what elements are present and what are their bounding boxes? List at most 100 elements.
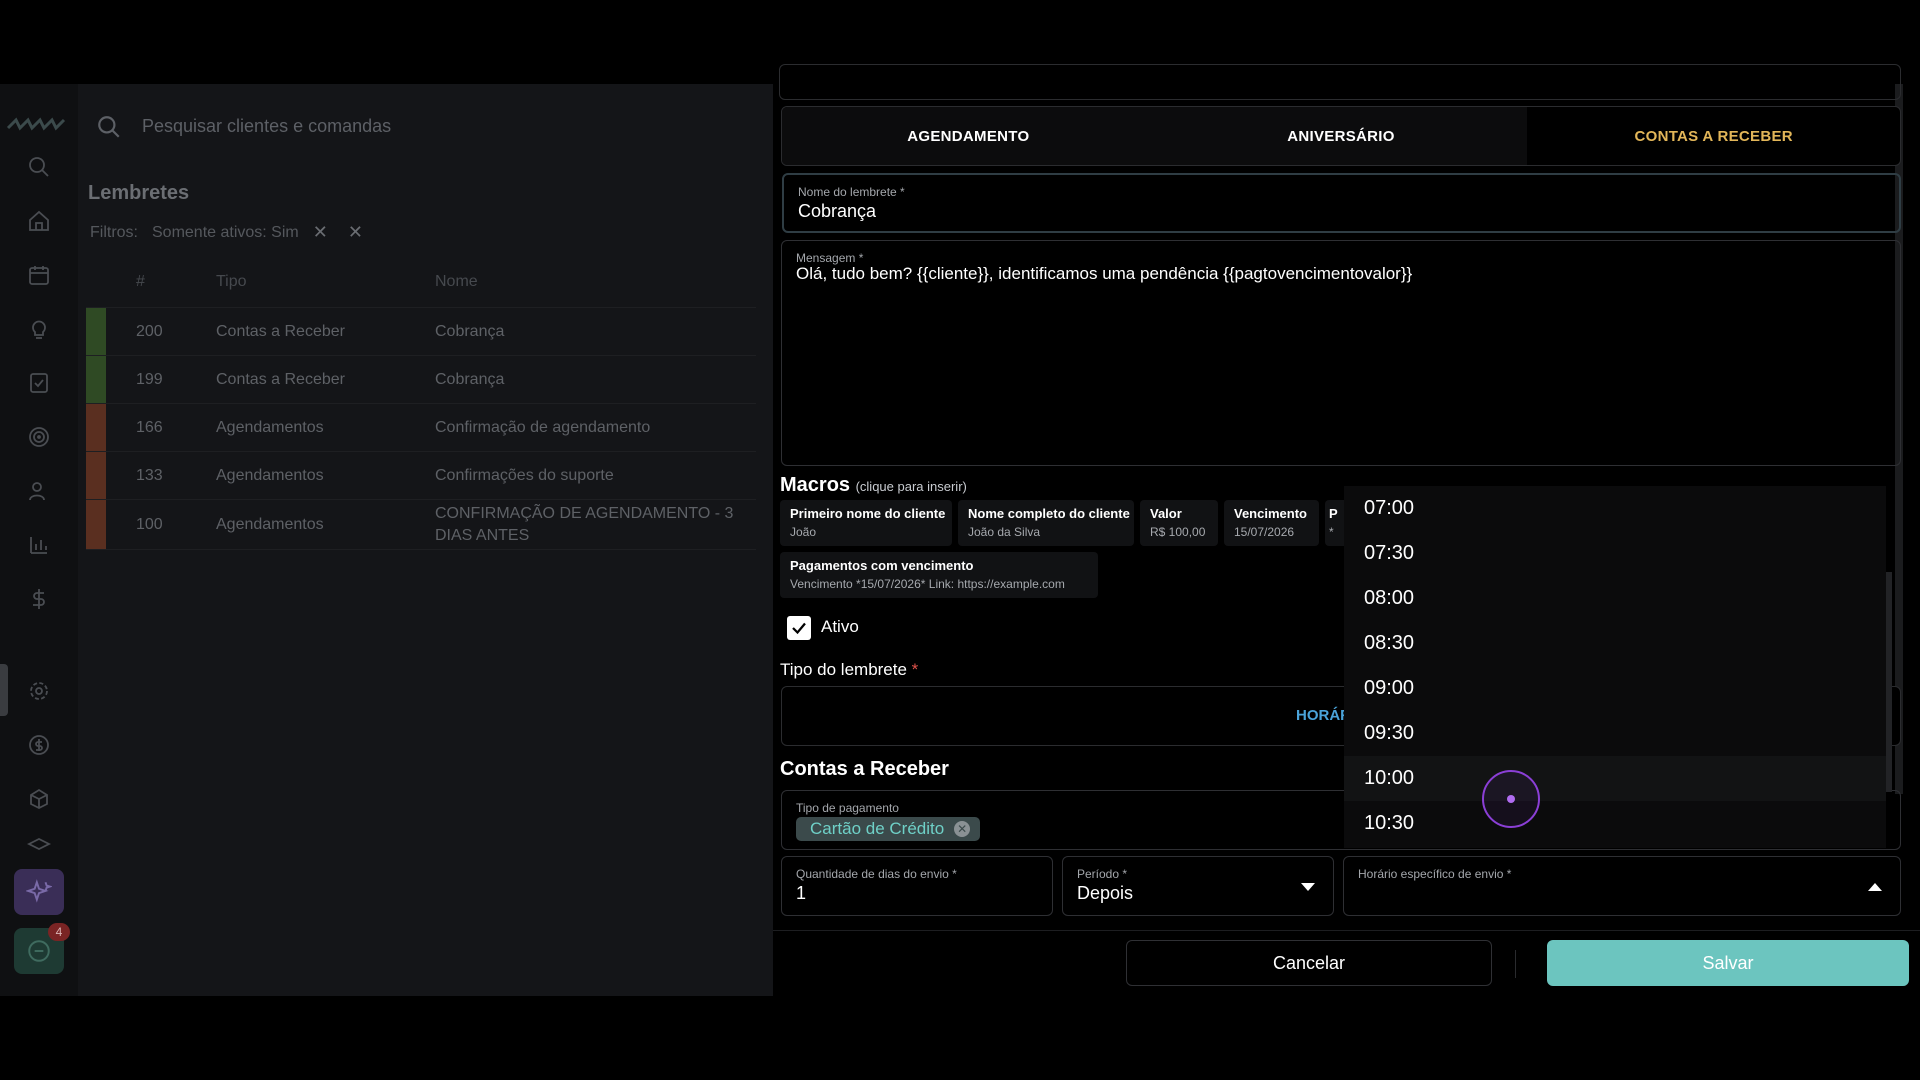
dropdown-scrollbar[interactable] — [1886, 572, 1892, 792]
filters-label: Filtros: — [90, 223, 138, 241]
table-row[interactable]: 199 Contas a Receber Cobrança — [86, 356, 756, 404]
column-header-nome[interactable]: Nome — [435, 271, 755, 293]
dias-envio-value: 1 — [796, 883, 807, 903]
macro-title: Vencimento — [1234, 506, 1307, 521]
macro-sample: * — [1329, 525, 1334, 539]
tab-aniversario[interactable]: ANIVERSÁRIO — [1154, 107, 1528, 165]
horario-envio-select[interactable]: Horário específico de envio * — [1343, 856, 1901, 916]
user-icon[interactable] — [24, 476, 54, 506]
mensagem-value: Olá, tudo bem? {{cliente}}, identificamo… — [796, 264, 1413, 283]
logo-icon — [6, 117, 66, 131]
screen: 4 Pesquisar clientes e comandas Lembrete… — [0, 0, 1920, 1080]
row-nome: Confirmação de agendamento — [435, 418, 651, 436]
reminder-form-panel: AGENDAMENTO ANIVERSÁRIO CONTAS A RECEBER… — [773, 64, 1920, 996]
dropdown-option[interactable]: 09:30 — [1344, 711, 1886, 756]
row-tipo: Contas a Receber — [216, 370, 345, 388]
calendar-icon[interactable] — [24, 260, 54, 290]
lightbulb-icon[interactable] — [24, 314, 54, 344]
chevron-up-icon — [1868, 883, 1882, 891]
tab-horario[interactable]: HORÁR — [1296, 707, 1351, 724]
gear-icon[interactable] — [24, 676, 54, 706]
sparkle-icon — [26, 879, 52, 903]
dropdown-option[interactable]: 07:00 — [1344, 486, 1886, 531]
tipo-lembrete-label: Tipo do lembrete * — [780, 660, 919, 679]
macro-sample: João da Silva — [968, 525, 1041, 539]
row-tipo: Agendamentos — [216, 515, 324, 533]
horario-envio-label: Horário específico de envio * — [1358, 867, 1512, 881]
macro-sample: R$ 100,00 — [1150, 525, 1206, 539]
bar-chart-icon[interactable] — [24, 530, 54, 560]
mensagem-field[interactable]: Mensagem * Olá, tudo bem? {{cliente}}, i… — [781, 240, 1901, 466]
table-row[interactable]: 100 Agendamentos CONFIRMAÇÃO DE AGENDAME… — [86, 500, 756, 550]
row-tipo: Agendamentos — [216, 466, 324, 484]
macro-title: P — [1329, 506, 1338, 521]
remove-filter-icon[interactable]: ✕ — [313, 222, 328, 243]
tipo-pagamento-label: Tipo de pagamento — [796, 801, 899, 815]
sidebar-active-indicator — [0, 664, 8, 716]
periodo-value: Depois — [1077, 883, 1134, 903]
table-row[interactable]: 133 Agendamentos Confirmações do suporte — [86, 452, 756, 500]
macros-title-text: Macros — [780, 474, 851, 496]
dollar-icon[interactable] — [24, 584, 54, 614]
table-row[interactable]: 200 Contas a Receber Cobrança — [86, 308, 756, 356]
tab-contas-a-receber[interactable]: CONTAS A RECEBER — [1527, 107, 1900, 165]
target-icon[interactable] — [24, 422, 54, 452]
cancel-button[interactable]: Cancelar — [1126, 940, 1492, 986]
dias-envio-field[interactable]: Quantidade de dias do envio * 1 — [781, 856, 1053, 916]
macro-sample: Vencimento *15/07/2026* Link: https://ex… — [790, 577, 1065, 591]
chip-label: Cartão de Crédito — [810, 819, 945, 838]
mensagem-label: Mensagem * — [796, 251, 864, 265]
nome-lembrete-label: Nome do lembrete * — [798, 185, 905, 199]
checklist-icon[interactable] — [24, 368, 54, 398]
row-tipo: Contas a Receber — [216, 322, 345, 340]
macro-valor[interactable]: Valor R$ 100,00 — [1140, 500, 1218, 546]
column-header-tipo[interactable]: Tipo — [216, 273, 435, 291]
horario-dropdown: 07:00 07:30 08:00 08:30 09:00 09:30 10:0… — [1344, 486, 1886, 848]
dropdown-option[interactable]: 10:30 — [1344, 801, 1886, 846]
macro-title: Valor — [1150, 506, 1182, 521]
macro-title: Pagamentos com vencimento — [790, 558, 974, 573]
dropdown-option[interactable]: 08:00 — [1344, 576, 1886, 621]
save-button[interactable]: Salvar — [1547, 940, 1909, 986]
package-icon[interactable] — [24, 784, 54, 814]
dropdown-option[interactable]: 09:00 — [1344, 666, 1886, 711]
tipo-lembrete-label-text: Tipo do lembrete — [780, 660, 907, 679]
nome-lembrete-field[interactable]: Nome do lembrete * Cobrança — [782, 173, 1901, 233]
footer-divider — [773, 930, 1920, 931]
periodo-select[interactable]: Período * Depois — [1062, 856, 1334, 916]
macro-title: Nome completo do cliente — [968, 506, 1130, 521]
macro-primeiro-nome[interactable]: Primeiro nome do cliente João — [780, 500, 952, 546]
ativo-checkbox[interactable] — [787, 616, 811, 640]
filters-bar: Filtros: Somente ativos: Sim ✕ ✕ — [90, 222, 363, 243]
reminder-type-tabs: AGENDAMENTO ANIVERSÁRIO CONTAS A RECEBER — [781, 106, 1901, 166]
row-status-bar — [86, 452, 106, 499]
dropdown-option[interactable]: 08:30 — [1344, 621, 1886, 666]
coin-icon[interactable] — [24, 730, 54, 760]
search-input[interactable]: Pesquisar clientes e comandas — [142, 116, 391, 137]
row-nome: Cobrança — [435, 322, 505, 340]
remove-chip-icon[interactable]: ✕ — [954, 821, 971, 837]
row-id: 133 — [136, 466, 163, 484]
row-nome: Cobrança — [435, 370, 505, 388]
chat-badge: 4 — [48, 923, 70, 941]
ai-assistant-button[interactable] — [14, 869, 64, 915]
tab-agendamento[interactable]: AGENDAMENTO — [782, 107, 1155, 165]
macro-sample: João — [790, 525, 817, 539]
clear-filters-icon[interactable]: ✕ — [348, 222, 363, 243]
graduation-cap-icon[interactable] — [24, 832, 54, 862]
table-row[interactable]: 166 Agendamentos Confirmação de agendame… — [86, 404, 756, 452]
table-header: # Tipo Nome — [86, 256, 756, 308]
background-app: 4 Pesquisar clientes e comandas Lembrete… — [0, 84, 773, 996]
home-icon[interactable] — [24, 206, 54, 236]
dropdown-option-hovered[interactable]: 10:00 — [1344, 756, 1886, 801]
search-icon — [98, 116, 120, 138]
reminders-table: # Tipo Nome 200 Contas a Receber Cobranç… — [86, 256, 756, 550]
column-header-id[interactable]: # — [106, 273, 216, 291]
macro-pagamentos-vencimento[interactable]: Pagamentos com vencimento Vencimento *15… — [780, 552, 1098, 598]
macro-nome-completo[interactable]: Nome completo do cliente João da Silva — [958, 500, 1134, 546]
macro-vencimento[interactable]: Vencimento 15/07/2026 — [1224, 500, 1319, 546]
macros-hint: (clique para inserir) — [855, 479, 967, 494]
row-id: 199 — [136, 370, 163, 388]
search-icon[interactable] — [24, 152, 54, 182]
dropdown-option[interactable]: 07:30 — [1344, 531, 1886, 576]
